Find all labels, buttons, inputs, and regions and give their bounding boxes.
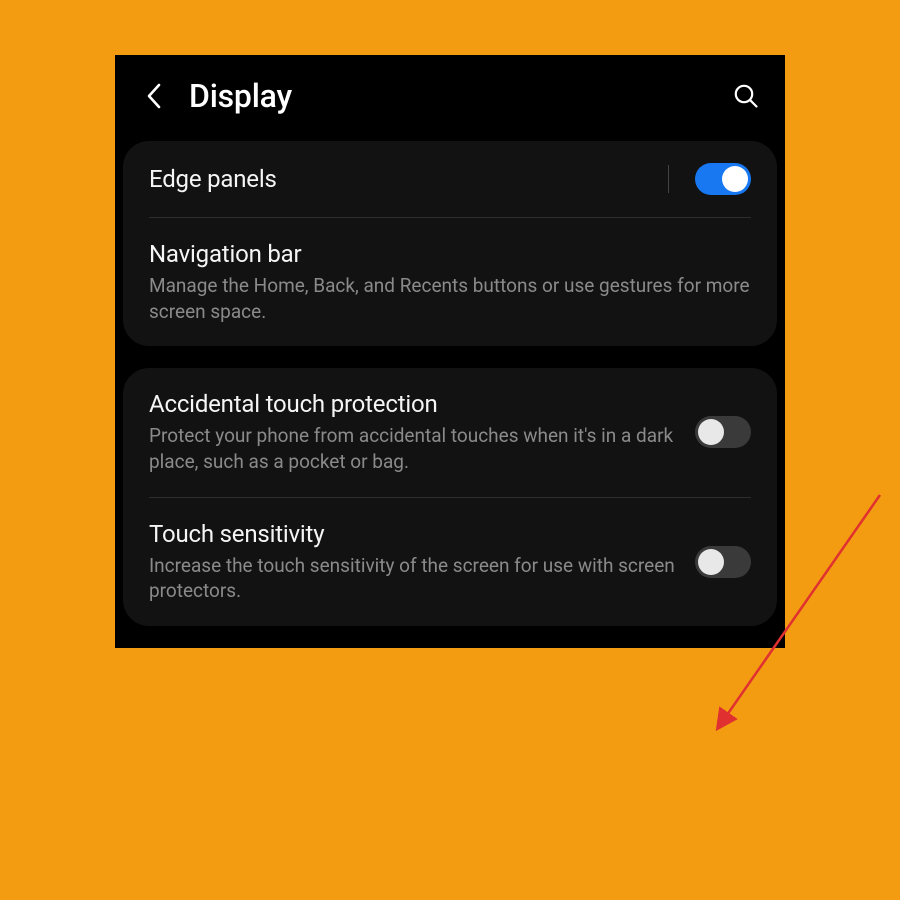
- row-accidental-touch[interactable]: Accidental touch protection Protect your…: [123, 368, 777, 496]
- row-navigation-bar[interactable]: Navigation bar Manage the Home, Back, an…: [123, 218, 777, 346]
- toggle-knob-icon: [722, 166, 748, 192]
- toggle-knob-icon: [698, 419, 724, 445]
- vertical-divider: [668, 165, 669, 193]
- row-text: Accidental touch protection Protect your…: [149, 390, 681, 474]
- row-title: Accidental touch protection: [149, 390, 681, 418]
- settings-screen: Display Edge panels Navigation bar Manag…: [115, 55, 785, 648]
- row-description: Manage the Home, Back, and Recents butto…: [149, 273, 751, 324]
- edge-panels-toggle[interactable]: [695, 163, 751, 195]
- header-bar: Display: [115, 59, 785, 141]
- row-description: Protect your phone from accidental touch…: [149, 423, 681, 474]
- search-icon: [733, 83, 759, 109]
- page-title: Display: [189, 77, 711, 115]
- row-touch-sensitivity[interactable]: Touch sensitivity Increase the touch sen…: [123, 498, 777, 626]
- row-description: Increase the touch sensitivity of the sc…: [149, 553, 681, 604]
- row-text: Navigation bar Manage the Home, Back, an…: [149, 240, 751, 324]
- row-title: Touch sensitivity: [149, 520, 681, 548]
- back-icon: [145, 82, 163, 110]
- touch-sensitivity-toggle[interactable]: [695, 546, 751, 578]
- row-title: Edge panels: [149, 165, 654, 193]
- settings-group-2: Accidental touch protection Protect your…: [123, 368, 777, 626]
- back-button[interactable]: [137, 79, 171, 113]
- row-title: Navigation bar: [149, 240, 751, 268]
- settings-group-1: Edge panels Navigation bar Manage the Ho…: [123, 141, 777, 346]
- row-text: Edge panels: [149, 165, 654, 193]
- row-edge-panels[interactable]: Edge panels: [123, 141, 777, 217]
- accidental-touch-toggle[interactable]: [695, 416, 751, 448]
- toggle-knob-icon: [698, 549, 724, 575]
- search-button[interactable]: [729, 79, 763, 113]
- row-text: Touch sensitivity Increase the touch sen…: [149, 520, 681, 604]
